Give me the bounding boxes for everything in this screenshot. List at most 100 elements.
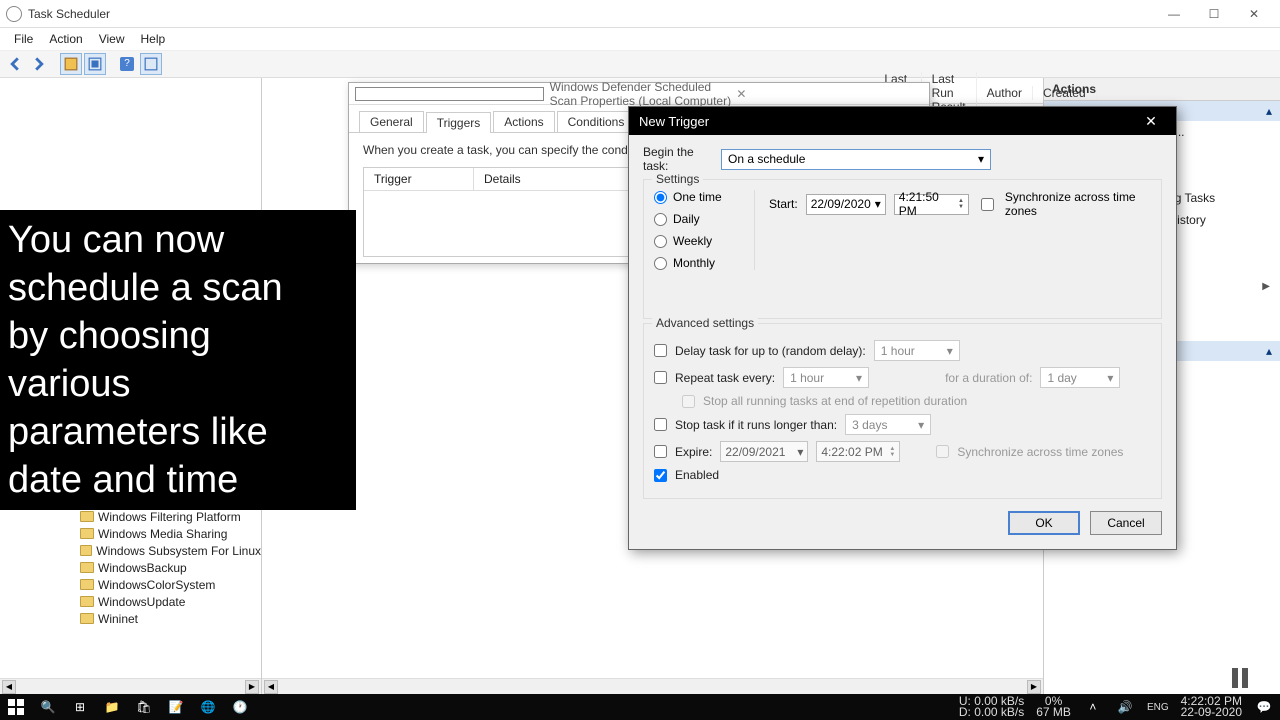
sync-tz-checkbox[interactable] (981, 198, 994, 211)
stopif-label: Stop task if it runs longer than: (675, 418, 837, 432)
folder-icon (80, 511, 94, 522)
expire-date-input[interactable]: 22/09/2021▾ (720, 441, 808, 462)
repeat-label: Repeat task every: (675, 371, 775, 385)
toolbar-btn-1[interactable] (60, 53, 82, 75)
radio-onetime[interactable]: One time (654, 190, 744, 204)
net-total: 0%67 MB (1030, 696, 1077, 718)
window-titlebar: Task Scheduler — ☐ ✕ (0, 0, 1280, 28)
folder-icon (80, 579, 94, 590)
edge-icon[interactable]: 🌐 (192, 694, 224, 720)
taskbar: 🔍 ⊞ 📁 🛍 📝 🌐 🕐 U: 0.00 kB/sD: 0.00 kB/s 0… (0, 694, 1280, 720)
toolbar-btn-2[interactable] (84, 53, 106, 75)
toolbar: ? (0, 50, 1280, 78)
enabled-label: Enabled (675, 468, 719, 482)
tree-item[interactable]: Wininet (0, 610, 261, 627)
nt-close-button[interactable]: ✕ (1136, 113, 1166, 130)
tree-item[interactable]: WindowsBackup (0, 559, 261, 576)
folder-icon (80, 613, 94, 624)
expire-sync-label: Synchronize across time zones (957, 445, 1123, 459)
folder-icon (80, 528, 94, 539)
close-button[interactable]: ✕ (1234, 3, 1274, 25)
explorer-icon[interactable]: 📁 (96, 694, 128, 720)
nt-dialog-title: New Trigger (639, 114, 1136, 129)
hscroll[interactable]: ◀▶ (0, 678, 261, 694)
begin-task-combo[interactable]: On a schedule▾ (721, 149, 991, 170)
repeat-combo[interactable]: 1 hour▾ (783, 367, 869, 388)
tree-item[interactable]: WindowsColorSystem (0, 576, 261, 593)
start-label: Start: (769, 197, 798, 211)
expire-checkbox[interactable] (654, 445, 667, 458)
dialog-title: Windows Defender Scheduled Scan Properti… (550, 80, 737, 108)
app-icon (6, 6, 22, 22)
net-speed: U: 0.00 kB/sD: 0.00 kB/s (953, 696, 1030, 718)
tab-actions[interactable]: Actions (493, 111, 554, 132)
advanced-legend: Advanced settings (652, 316, 758, 330)
new-trigger-dialog: New Trigger ✕ Begin the task: On a sched… (628, 106, 1177, 550)
stopall-label: Stop all running tasks at end of repetit… (703, 394, 967, 408)
radio-weekly[interactable]: Weekly (654, 234, 744, 248)
notepad-icon[interactable]: 📝 (160, 694, 192, 720)
stopall-checkbox (682, 395, 695, 408)
taskview-icon[interactable]: ⊞ (64, 694, 96, 720)
expire-label: Expire: (675, 445, 712, 459)
clock[interactable]: 4:22:02 PM22-09-2020 (1175, 696, 1248, 718)
menubar: File Action View Help (0, 28, 1280, 50)
forward-button[interactable] (28, 53, 50, 75)
enabled-checkbox[interactable] (654, 469, 667, 482)
language-indicator[interactable]: ENG (1141, 702, 1175, 713)
start-time-input[interactable]: 4:21:50 PM▲▼ (894, 194, 969, 215)
tray-chevron[interactable]: ˄ (1077, 694, 1109, 720)
menu-file[interactable]: File (6, 30, 41, 48)
tree-item[interactable]: Windows Subsystem For Linux (0, 542, 261, 559)
tab-triggers[interactable]: Triggers (426, 112, 492, 133)
toolbar-btn-3[interactable] (140, 53, 162, 75)
settings-legend: Settings (652, 172, 703, 186)
pause-icon (1232, 668, 1248, 688)
menu-view[interactable]: View (91, 30, 133, 48)
minimize-button[interactable]: — (1154, 3, 1194, 25)
radio-monthly[interactable]: Monthly (654, 256, 744, 270)
sync-tz-label: Synchronize across time zones (1005, 190, 1151, 218)
duration-label: for a duration of: (945, 371, 1032, 385)
maximize-button[interactable]: ☐ (1194, 3, 1234, 25)
start-button[interactable] (0, 694, 32, 720)
expire-sync-checkbox (936, 445, 949, 458)
stopif-combo[interactable]: 3 days▾ (845, 414, 931, 435)
hscroll-mid[interactable]: ◀▶ (262, 678, 1043, 694)
window-title: Task Scheduler (28, 7, 1154, 21)
delay-combo[interactable]: 1 hour▾ (874, 340, 960, 361)
tree-item[interactable]: WindowsUpdate (0, 593, 261, 610)
tree-item[interactable]: Windows Media Sharing (0, 525, 261, 542)
tab-general[interactable]: General (359, 111, 424, 132)
start-date-input[interactable]: 22/09/2020▾ (806, 194, 886, 215)
menu-action[interactable]: Action (41, 30, 90, 48)
dialog-close-button[interactable]: ✕ (736, 87, 923, 101)
help-button[interactable]: ? (116, 53, 138, 75)
col-trigger[interactable]: Trigger (364, 168, 474, 190)
delay-label: Delay task for up to (random delay): (675, 344, 866, 358)
dialog-icon (355, 87, 544, 101)
folder-icon (80, 562, 94, 573)
back-button[interactable] (4, 53, 26, 75)
cancel-button[interactable]: Cancel (1090, 511, 1162, 535)
folder-icon (80, 545, 92, 556)
search-icon[interactable]: 🔍 (32, 694, 64, 720)
main-pane: ne Last Run Time Last Run Result Author … (262, 78, 1044, 694)
instruction-overlay: You can now schedule a scan by choosing … (0, 210, 356, 510)
expire-time-input[interactable]: 4:22:02 PM▲▼ (816, 441, 900, 462)
menu-help[interactable]: Help (133, 30, 174, 48)
radio-daily[interactable]: Daily (654, 212, 744, 226)
delay-checkbox[interactable] (654, 344, 667, 357)
begin-task-label: Begin the task: (643, 145, 721, 173)
folder-icon (80, 596, 94, 607)
tab-conditions[interactable]: Conditions (557, 111, 636, 132)
tree-item[interactable]: Windows Filtering Platform (0, 508, 261, 525)
notification-icon[interactable]: 💬 (1248, 694, 1280, 720)
repeat-checkbox[interactable] (654, 371, 667, 384)
duration-combo[interactable]: 1 day▾ (1040, 367, 1120, 388)
ok-button[interactable]: OK (1008, 511, 1080, 535)
clock-icon[interactable]: 🕐 (224, 694, 256, 720)
stopif-checkbox[interactable] (654, 418, 667, 431)
store-icon[interactable]: 🛍 (128, 694, 160, 720)
tray-volume[interactable]: 🔊 (1109, 694, 1141, 720)
